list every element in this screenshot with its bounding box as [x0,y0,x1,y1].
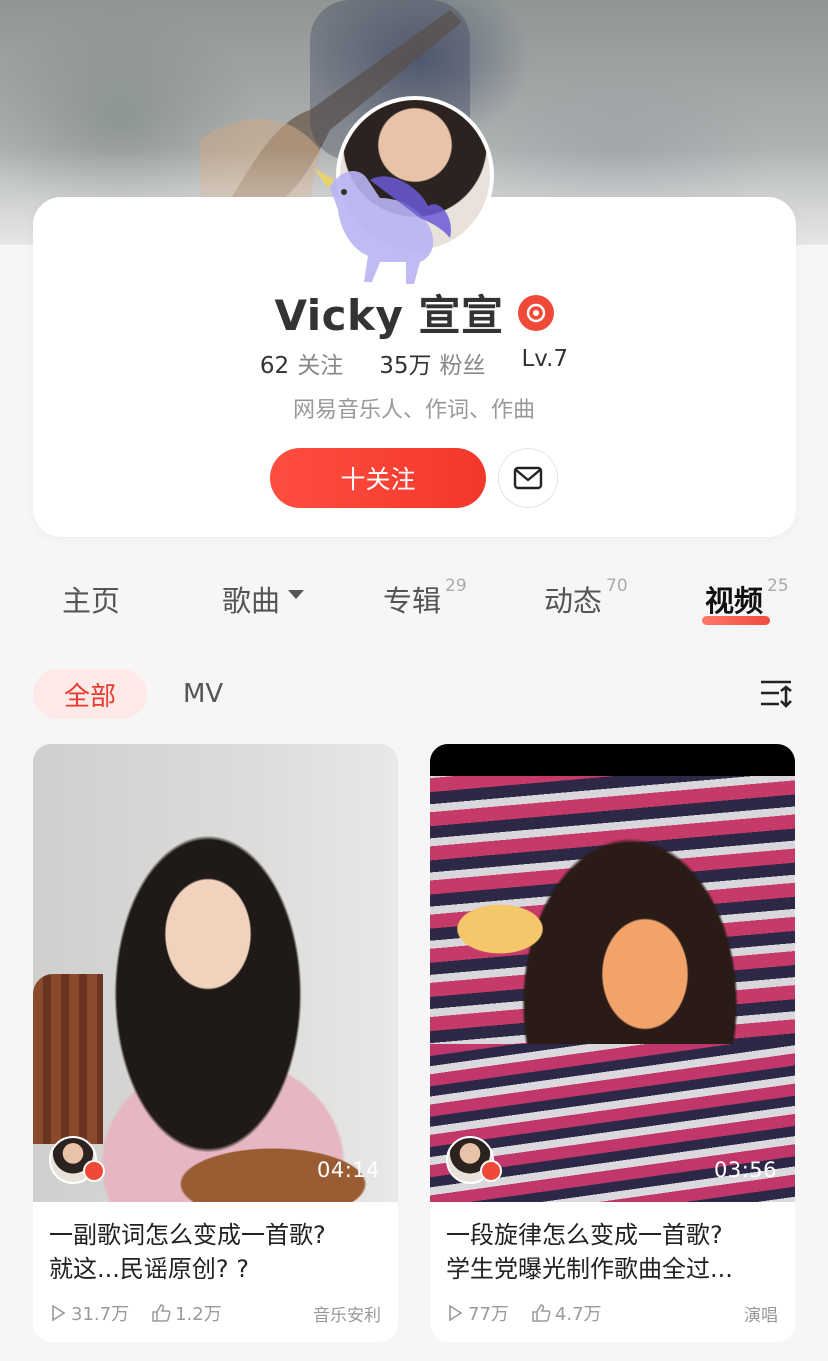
follow-button-label: 十关注 [340,465,416,494]
following-count: 62 [259,353,290,379]
tab-count: 25 [767,576,789,596]
follow-button[interactable]: 十关注 [270,448,486,508]
like-count: 4.7万 [531,1300,602,1326]
tab-videos[interactable]: 视频 25 [705,576,789,620]
video-title-line: 一段旋律怎么变成一首歌? [446,1221,723,1249]
video-title-line: 就这...民谣原创? ? [49,1255,249,1283]
music-badge-icon [83,1160,105,1182]
play-count-value: 77万 [468,1304,509,1325]
video-title-line: 学生党曝光制作歌曲全过... [446,1255,733,1283]
profile-tabs: 主页 歌曲 专辑 29 动态 70 视频 25 [0,576,828,638]
video-duration: 03:56 [713,1158,777,1182]
video-thumbnail[interactable]: 04:14 [33,744,398,1202]
like-count-value: 1.2万 [175,1304,222,1325]
tab-label: 动态 [544,584,603,618]
video-duration: 04:14 [316,1158,380,1182]
mail-icon [513,466,543,490]
like-count: 1.2万 [151,1300,222,1326]
video-thumbnail[interactable]: 03:56 [430,744,795,1202]
tab-label: 视频 [705,584,764,618]
caret-down-icon [288,590,305,599]
tab-label: 歌曲 [222,584,281,618]
profile-bio: 网易音乐人、作词、作曲 [292,398,535,423]
video-category-tag[interactable]: 演唱 [744,1301,778,1326]
level-badge[interactable]: Lv.7 [521,346,568,380]
filter-all-chip[interactable]: 全部 [33,669,147,719]
following-label: 关注 [297,353,344,379]
video-title: 一段旋律怎么变成一首歌? 学生党曝光制作歌曲全过... [446,1218,786,1286]
profile-stats: 62 关注 35万 粉丝 Lv.7 [0,346,828,380]
filter-mv-chip[interactable]: MV [183,679,223,709]
play-count: 77万 [446,1300,509,1326]
tab-label: 专辑 [383,584,442,618]
video-meta: 77万 4.7万 演唱 [446,1300,778,1326]
tab-label: 主页 [62,584,121,618]
play-icon [449,1304,463,1322]
like-count-value: 4.7万 [554,1304,602,1325]
video-title-line: 一副歌词怎么变成一首歌? [49,1221,326,1249]
tab-count: 70 [606,576,628,596]
tab-home[interactable]: 主页 [62,578,120,620]
video-meta: 31.7万 1.2万 音乐安利 [49,1300,381,1326]
thumb-up-icon [152,1304,171,1322]
tab-albums[interactable]: 专辑 29 [383,576,467,620]
following-stat[interactable]: 62 关注 [260,346,343,380]
play-icon [52,1304,66,1322]
active-tab-indicator [702,616,770,625]
followers-count: 35万 [379,353,432,379]
unicorn-decoration-icon [314,168,451,284]
followers-label: 粉丝 [439,353,486,379]
profile-name: Vicky 宣宣 [274,291,504,340]
thumb-up-icon [532,1304,551,1322]
message-button[interactable] [498,448,558,508]
play-count-value: 31.7万 [71,1304,130,1325]
video-category-tag[interactable]: 音乐安利 [313,1301,381,1326]
play-count: 31.7万 [49,1300,129,1326]
music-badge-icon[interactable] [517,294,554,331]
video-card[interactable]: 03:56 一段旋律怎么变成一首歌? 学生党曝光制作歌曲全过... 77万 4.… [430,744,795,1342]
tab-count: 29 [445,576,467,596]
video-title: 一副歌词怎么变成一首歌? 就这...民谣原创? ? [49,1218,389,1286]
music-badge-icon [480,1160,502,1182]
profile-name-row: Vicky 宣宣 [0,282,828,343]
thumbnail-chair [33,974,103,1144]
sort-icon[interactable] [759,677,793,709]
tab-activity[interactable]: 动态 70 [544,576,628,620]
followers-stat[interactable]: 35万 粉丝 [379,346,485,380]
thumbnail-hand [430,874,560,984]
tab-songs[interactable]: 歌曲 [222,578,306,620]
video-card[interactable]: 04:14 一副歌词怎么变成一首歌? 就这...民谣原创? ? 31.7万 1.… [33,744,398,1342]
